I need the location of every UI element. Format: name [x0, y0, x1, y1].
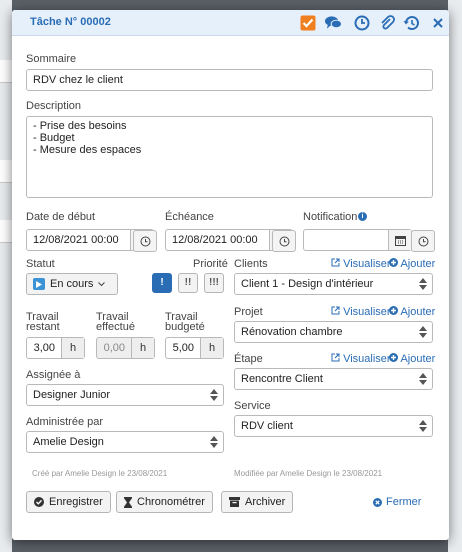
etape-select[interactable]: Rencontre Client	[234, 368, 433, 390]
travail-restant-input[interactable]: 3,00 h	[26, 337, 85, 359]
plus-circle-icon	[389, 353, 398, 362]
etape-value: Rencontre Client	[241, 373, 323, 385]
clock-icon[interactable]	[353, 14, 370, 31]
service-label: Service	[234, 400, 271, 412]
description-line: - Budget	[33, 132, 75, 144]
description-line: - Prise des besoins	[33, 120, 127, 132]
projet-select[interactable]: Rénovation chambre	[234, 321, 433, 343]
clients-label: Clients	[234, 258, 268, 270]
select-arrows-icon	[419, 278, 427, 290]
service-select[interactable]: RDV client	[234, 415, 433, 437]
projet-ajouter-link[interactable]: Ajouter	[389, 306, 435, 318]
background-right-panel	[448, 0, 462, 552]
projet-value: Rénovation chambre	[241, 326, 343, 338]
unit-hours: h	[61, 338, 84, 358]
administree-value: Amelie Design	[33, 436, 104, 448]
priorite-label: Priorité	[193, 258, 228, 270]
date-debut-value: 12/08/2021 00:00	[33, 234, 119, 246]
comments-icon[interactable]	[325, 14, 342, 31]
select-arrows-icon	[419, 373, 427, 385]
statut-value: En cours	[50, 278, 94, 290]
assignee-value: Designer Junior	[33, 389, 111, 401]
priority-medium-button[interactable]: !!	[178, 273, 198, 293]
select-arrows-icon	[210, 436, 218, 448]
travail-budgete-label: Travail budgeté	[165, 311, 205, 333]
select-arrows-icon	[419, 326, 427, 338]
priority-low-button[interactable]: !	[152, 273, 172, 293]
notification-label: Notification	[303, 211, 358, 223]
select-arrows-icon	[419, 420, 427, 432]
travail-restant-label: Travail restant	[26, 311, 60, 333]
statut-label: Statut	[26, 258, 55, 270]
dialog-header: Tâche N° 00002	[12, 10, 449, 36]
date-debut-clock-icon[interactable]	[133, 230, 157, 252]
notification-clock-icon[interactable]	[411, 230, 435, 252]
priority-high-button[interactable]: !!!	[204, 273, 224, 293]
administree-select[interactable]: Amelie Design	[26, 431, 224, 453]
unit-hours: h	[131, 338, 154, 358]
travail-restant-value: 3,00	[33, 342, 55, 354]
date-debut-label: Date de début	[26, 211, 96, 223]
play-icon	[33, 278, 45, 290]
chevron-down-icon	[98, 278, 106, 290]
travail-budgete-input[interactable]: 5,00 h	[165, 337, 224, 359]
travail-effectue-input: 0,00 h	[96, 337, 155, 359]
external-link-icon	[331, 353, 340, 362]
sommaire-input[interactable]: RDV chez le client	[26, 69, 433, 91]
notification-input[interactable]	[303, 229, 412, 251]
echeance-clock-icon[interactable]	[272, 230, 296, 252]
save-button[interactable]: Enregistrer	[26, 491, 111, 513]
echeance-value: 12/08/2021 00:00	[172, 234, 258, 246]
external-link-icon	[331, 258, 340, 267]
travail-effectue-value: 0,00	[103, 342, 125, 354]
calendar-icon[interactable]	[388, 230, 411, 250]
check-square-icon[interactable]	[299, 14, 316, 31]
archive-icon	[229, 497, 240, 507]
description-textarea[interactable]: - Prise des besoins - Budget - Mesure de…	[26, 116, 433, 198]
external-link-icon	[331, 306, 340, 315]
modified-by-text: Modifiée par Amelie Design le 23/08/2021	[234, 469, 383, 478]
paperclip-icon[interactable]	[378, 14, 395, 31]
check-circle-icon	[34, 497, 44, 507]
etape-ajouter-link[interactable]: Ajouter	[389, 353, 435, 365]
projet-visualiser-link[interactable]: Visualiser	[331, 306, 391, 318]
clients-value: Client 1 - Design d'intérieur	[241, 278, 374, 290]
dialog-title: Tâche N° 00002	[30, 16, 111, 28]
service-value: RDV client	[241, 420, 293, 432]
info-icon[interactable]: i	[358, 212, 367, 221]
archive-button[interactable]: Archiver	[221, 491, 294, 513]
clients-visualiser-link[interactable]: Visualiser	[331, 258, 391, 270]
travail-budgete-value: 5,00	[172, 342, 194, 354]
background-left-panel	[0, 0, 12, 552]
assignee-select[interactable]: Designer Junior	[26, 384, 224, 406]
etape-visualiser-link[interactable]: Visualiser	[331, 353, 391, 365]
administree-label: Administrée par	[26, 416, 104, 428]
projet-label: Projet	[234, 306, 263, 318]
clients-ajouter-link[interactable]: Ajouter	[389, 258, 435, 270]
timer-button[interactable]: Chronométrer	[116, 491, 213, 513]
select-arrows-icon	[210, 389, 218, 401]
description-line: - Mesure des espaces	[33, 144, 142, 156]
description-label: Description	[26, 100, 82, 112]
etape-label: Étape	[234, 353, 263, 365]
close-icon[interactable]	[429, 14, 446, 31]
unit-hours: h	[200, 338, 223, 358]
task-dialog: Tâche N° 00002 Sommaire RDV chez le clie…	[12, 10, 449, 540]
sommaire-label: Sommaire	[26, 53, 77, 65]
clients-select[interactable]: Client 1 - Design d'intérieur	[234, 273, 433, 295]
plus-circle-icon	[389, 306, 398, 315]
plus-circle-icon	[389, 258, 398, 267]
statut-dropdown[interactable]: En cours	[26, 273, 118, 295]
close-button[interactable]: Fermer	[373, 496, 421, 508]
history-icon[interactable]	[403, 14, 420, 31]
created-by-text: Créé par Amelie Design le 23/08/2021	[32, 469, 168, 478]
hourglass-icon	[124, 496, 132, 508]
assignee-label: Assignée à	[26, 369, 81, 381]
travail-effectue-label: Travail effectué	[96, 311, 135, 333]
echeance-label: Échéance	[165, 211, 214, 223]
close-circle-icon	[373, 497, 382, 507]
